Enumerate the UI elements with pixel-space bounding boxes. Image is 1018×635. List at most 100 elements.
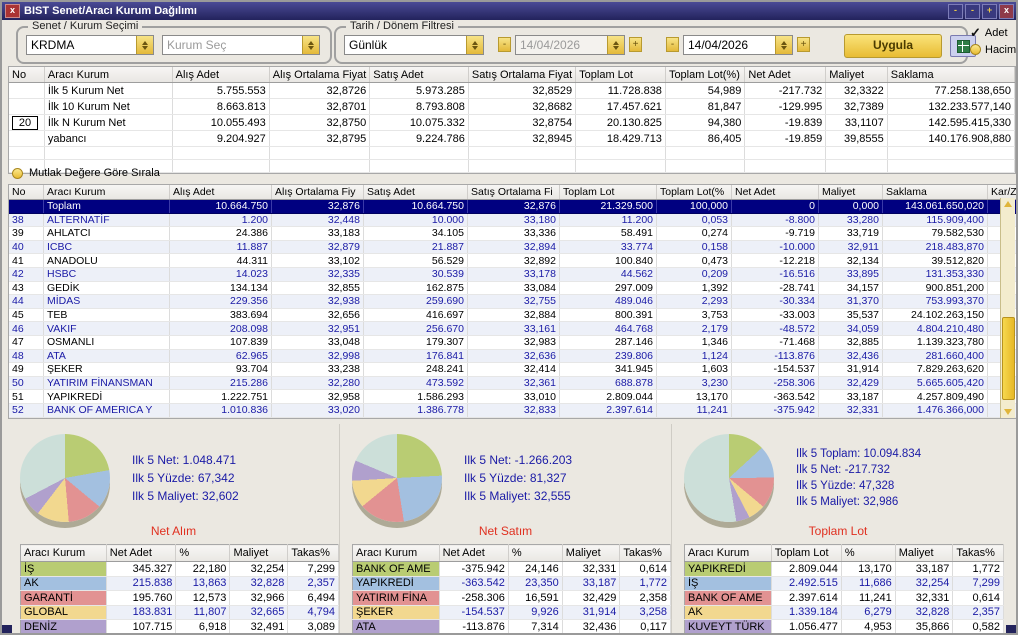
table-row[interactable]: ŞEKER -154.537 9,926 31,914 3,258 — [352, 605, 671, 620]
scroll-down-icon[interactable] — [1002, 407, 1014, 418]
column-header[interactable]: Takas% — [952, 544, 1004, 562]
table-row[interactable]: Toplam 10.664.750 32,876 10.664.750 32,876 21… — [9, 199, 1016, 214]
table-row[interactable]: BANK OF AME -375.942 24,146 32,331 0,614 — [352, 561, 671, 577]
n-count-input[interactable]: 20 — [12, 115, 38, 130]
table-row[interactable]: 38 ALTERNATİF 1.200 32,448 10.000 33,180 11.20… — [9, 213, 1016, 228]
table-row[interactable]: İlk 10 Kurum Net 8.663.813 32,8701 8.793.80… — [9, 98, 1016, 115]
column-header[interactable]: Aracı Kurum — [684, 544, 772, 562]
table-row[interactable]: BANK OF AME 2.397.614 11,241 32,331 0,614 — [684, 590, 1004, 606]
scroll-up-icon[interactable] — [1002, 198, 1014, 209]
radio-hacim[interactable]: Hacim — [970, 41, 1016, 58]
column-header[interactable]: Alış Ortalama Fiy — [271, 185, 364, 200]
column-header[interactable]: % — [175, 544, 231, 562]
date-start-field[interactable]: 14/04/2026 — [515, 35, 625, 55]
column-header[interactable]: Net Adet — [106, 544, 177, 562]
column-header[interactable]: Maliyet — [825, 67, 888, 83]
table-row[interactable]: YATIRIM FİNA -258.306 16,591 32,429 2,358 — [352, 590, 671, 606]
table-row[interactable]: GLOBAL 183.831 11,807 32,665 4,794 — [20, 605, 339, 620]
column-header[interactable]: Satış Ortalama Fiyat — [468, 67, 577, 83]
minimize-icon[interactable]: - — [948, 4, 963, 19]
column-header[interactable]: Toplam Lot(%) — [665, 67, 746, 83]
column-header[interactable]: Aracı Kurum — [44, 67, 173, 83]
table-row[interactable]: AK 215.838 13,863 32,828 2,357 — [20, 576, 339, 591]
table-row[interactable]: ATA -113.876 7,314 32,436 0,117 — [352, 619, 671, 633]
resize-grip-right[interactable] — [1006, 625, 1016, 633]
chevron-updown-icon[interactable] — [136, 36, 153, 54]
column-header[interactable]: No — [9, 67, 45, 83]
table-row[interactable]: KUVEYT TÜRK 1.056.477 4,953 35,866 0,582 — [684, 619, 1004, 633]
period-combo[interactable]: Günlük — [344, 35, 484, 55]
date-start-minus-button[interactable]: - — [498, 37, 511, 52]
table-row[interactable]: 46 VAKIF 208.098 32,951 256.670 33,161 464.768… — [9, 321, 1016, 336]
chevron-updown-icon[interactable] — [302, 36, 319, 54]
restore-icon[interactable]: - — [965, 4, 980, 19]
table-row[interactable]: 49 ŞEKER 93.704 33,238 248.241 32,414 341.945 1… — [9, 362, 1016, 377]
maximize-icon[interactable]: + — [982, 4, 997, 19]
column-header[interactable]: Takas% — [287, 544, 339, 562]
column-header[interactable]: Alış Adet — [169, 185, 272, 200]
column-header[interactable]: Aracı Kurum — [20, 544, 107, 562]
column-header[interactable]: Net Adet — [731, 185, 819, 200]
column-header[interactable]: Satış Ortalama Fi — [467, 185, 560, 200]
table-row[interactable]: İlk 5 Kurum Net 5.755.553 32,8726 5.973.285… — [9, 82, 1016, 99]
table-row[interactable]: 48 ATA 62.965 32,998 176.841 32,636 239.806 1,1… — [9, 349, 1016, 364]
table-row[interactable]: DENİZ 107.715 6,918 32,491 3,089 — [20, 619, 339, 633]
column-header[interactable]: Toplam Lot — [771, 544, 842, 562]
column-header[interactable]: Net Adet — [439, 544, 509, 562]
column-header[interactable]: Maliyet — [818, 185, 883, 200]
table-row[interactable]: YAPIKREDİ -363.542 23,350 33,187 1,772 — [352, 576, 671, 591]
chevron-updown-icon[interactable] — [607, 36, 624, 54]
column-header[interactable]: Satış Adet — [369, 67, 469, 83]
table-row[interactable]: AK 1.339.184 6,279 32,828 2,357 — [684, 605, 1004, 620]
table-row[interactable]: İŞ 2.492.515 11,686 32,254 7,299 — [684, 576, 1004, 591]
close-icon[interactable]: x — [5, 4, 20, 18]
apply-button[interactable]: Uygula — [844, 34, 942, 58]
column-header[interactable]: Maliyet — [562, 544, 621, 562]
date-end-minus-button[interactable]: - — [666, 37, 679, 52]
column-header[interactable]: Saklama — [887, 67, 1016, 83]
column-header[interactable]: Saklama — [882, 185, 988, 200]
table-row[interactable]: 39 AHLATCI 24.386 33,183 34.105 33,336 58.491 0… — [9, 226, 1016, 241]
date-end-plus-button[interactable]: + — [797, 37, 810, 52]
table-row[interactable]: 41 ANADOLU 44.311 33,102 56.529 32,892 100.840… — [9, 253, 1016, 268]
table-row[interactable]: 47 OSMANLI 107.839 33,048 179.307 32,983 287.1… — [9, 335, 1016, 350]
table-row[interactable]: 51 YAPIKREDİ 1.222.751 32,958 1.586.293 33,01… — [9, 389, 1016, 404]
resize-grip-left[interactable] — [2, 625, 12, 633]
column-header[interactable]: Satış Adet — [363, 185, 468, 200]
chevron-updown-icon[interactable] — [466, 36, 483, 54]
column-header[interactable]: Maliyet — [229, 544, 289, 562]
broker-combo[interactable]: Kurum Seç — [162, 35, 320, 55]
column-header[interactable]: No — [9, 185, 44, 200]
table-row[interactable]: 43 GEDİK 134.134 32,855 162.875 33,084 297.009… — [9, 281, 1016, 296]
table-row[interactable]: İŞ 345.327 22,180 32,254 7,299 — [20, 561, 339, 577]
column-header[interactable]: Alış Ortalama Fiyat — [269, 67, 371, 83]
table-row[interactable]: 42 HSBC 14.023 32,335 30.539 33,178 44.562 0,20… — [9, 267, 1016, 282]
stock-combo[interactable]: KRDMA — [26, 35, 154, 55]
column-header[interactable]: % — [508, 544, 563, 562]
column-header[interactable]: Toplam Lot(% — [656, 185, 732, 200]
column-header[interactable]: Net Adet — [744, 67, 827, 83]
table-row[interactable]: 50 YATIRIM FİNANSMAN 215.286 32,280 473.592 3… — [9, 376, 1016, 391]
table-row[interactable]: 40 ICBC 11.887 32,879 21.887 32,894 33.774 0,15… — [9, 240, 1016, 255]
sort-option[interactable]: Mutlak Değere Göre Sırala — [12, 167, 160, 179]
table-row[interactable]: 44 MİDAS 229.356 32,938 259.690 32,755 489.046… — [9, 294, 1016, 309]
table-row[interactable]: 45 TEB 383.694 32,656 416.697 32,884 800.391 3,… — [9, 308, 1016, 323]
chevron-updown-icon[interactable] — [775, 36, 792, 54]
column-header[interactable]: % — [841, 544, 896, 562]
date-end-field[interactable]: 14/04/2026 — [683, 35, 793, 55]
column-header[interactable]: Aracı Kurum — [352, 544, 440, 562]
column-header[interactable]: Toplam Lot — [575, 67, 666, 83]
scrollbar-thumb[interactable] — [1002, 316, 1015, 400]
table-row[interactable]: GARANTİ 195.760 12,573 32,966 6,494 — [20, 590, 339, 606]
column-header[interactable]: Alış Adet — [172, 67, 270, 83]
table-row[interactable]: yabancı 9.204.927 32,8795 9.224.786 32,8945 1… — [9, 130, 1016, 147]
vertical-scrollbar[interactable] — [1000, 198, 1015, 418]
table-row[interactable]: YAPIKREDİ 2.809.044 13,170 33,187 1,772 — [684, 561, 1004, 577]
close-window-icon[interactable]: x — [999, 4, 1014, 19]
column-header[interactable]: Takas% — [619, 544, 671, 562]
radio-adet[interactable]: ✓ Adet — [970, 24, 1016, 41]
date-start-plus-button[interactable]: + — [629, 37, 642, 52]
table-row[interactable]: 52 BANK OF AMERICA Y 1.010.836 33,020 1.386.… — [9, 403, 1016, 418]
column-header[interactable]: Toplam Lot — [559, 185, 657, 200]
table-row[interactable]: 20 İlk N Kurum Net 10.055.493 32,8750 10.075… — [9, 114, 1016, 131]
